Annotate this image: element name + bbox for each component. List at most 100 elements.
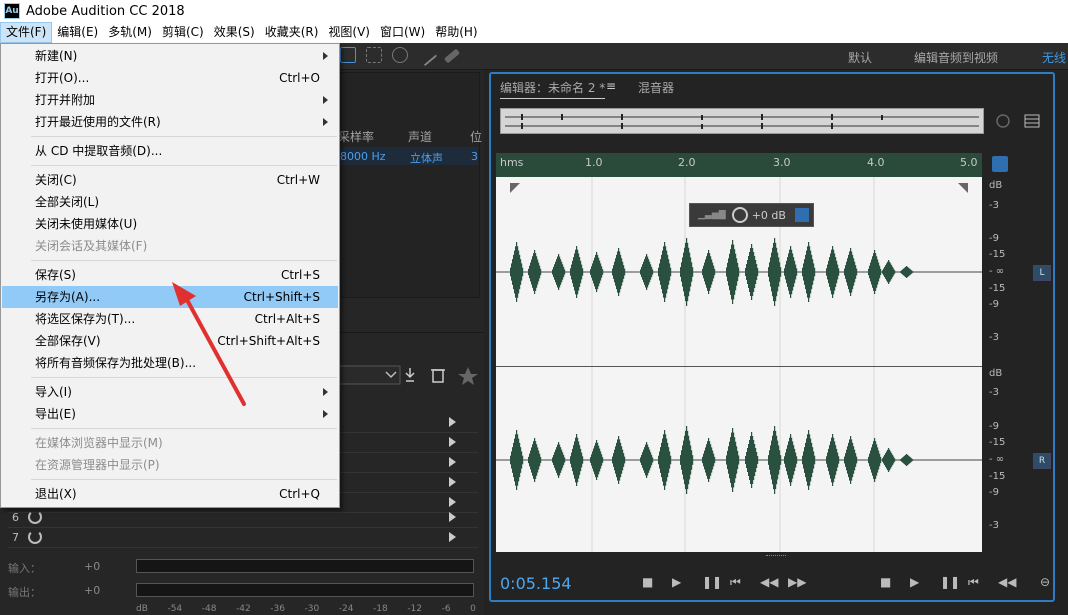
pause-icon[interactable]: ❚❚	[702, 575, 722, 589]
expand-arrow-icon[interactable]	[449, 417, 456, 427]
col-sample-rate[interactable]: 采样率	[338, 128, 374, 145]
menu-item-close[interactable]: 关闭(C) Ctrl+W	[2, 169, 338, 191]
menu-item-new[interactable]: 新建(N)	[2, 45, 338, 67]
expand-arrow-icon[interactable]	[449, 477, 456, 487]
lasso-tool-icon[interactable]	[392, 47, 408, 63]
panel-menu-icon[interactable]	[1024, 114, 1040, 128]
ruler-label: 2.0	[678, 156, 696, 169]
tab-mixer[interactable]: 混音器	[638, 79, 674, 96]
rewind-icon[interactable]: ◀◀	[760, 575, 778, 589]
pin-icon[interactable]	[795, 208, 809, 222]
menu-edit[interactable]: 编辑(E)	[52, 22, 103, 43]
power-icon[interactable]	[28, 530, 42, 544]
audition-logo-icon: Au	[4, 3, 20, 19]
menu-item-exit[interactable]: 退出(X) Ctrl+Q	[2, 483, 338, 505]
menu-item-label: 将选区保存为(T)...	[35, 312, 136, 326]
zoom-out-icon[interactable]: ⊖	[1040, 575, 1050, 589]
scale-label: dB	[136, 604, 148, 614]
play-icon[interactable]: ▶	[672, 575, 681, 589]
menu-item-open-append[interactable]: 打开并附加	[2, 89, 338, 111]
submenu-arrow-icon	[323, 52, 328, 60]
menu-shortcut: Ctrl+W	[276, 173, 320, 187]
menu-view[interactable]: 视图(V)	[323, 22, 375, 43]
go-to-start-icon-2[interactable]: ⏮	[968, 575, 979, 590]
workspace-default[interactable]: 默认	[848, 49, 872, 66]
expand-arrow-icon[interactable]	[449, 437, 456, 447]
stop-icon[interactable]: ■	[642, 575, 653, 589]
file-bit: 3	[471, 150, 478, 163]
expand-arrow-icon[interactable]	[449, 512, 456, 522]
menu-shortcut: Ctrl+S	[280, 268, 320, 282]
scroll-grip-icon[interactable]	[766, 555, 786, 559]
menu-item-batch-save[interactable]: 将所有音频保存为批处理(B)...	[2, 352, 338, 374]
menu-item-export[interactable]: 导出(E)	[2, 403, 338, 425]
expand-arrow-icon[interactable]	[449, 497, 456, 507]
output-meter	[136, 583, 474, 597]
menu-window[interactable]: 窗口(W)	[375, 22, 430, 43]
snap-magnet-icon[interactable]	[992, 156, 1008, 172]
time-selection-tool-icon[interactable]	[340, 47, 356, 63]
menu-item-open[interactable]: 打开(O)... Ctrl+O	[2, 67, 338, 89]
expand-arrow-icon[interactable]	[449, 457, 456, 467]
menu-item-extract-cd[interactable]: 从 CD 中提取音频(D)...	[2, 140, 338, 162]
menu-item-label: 保存(S)	[35, 268, 76, 282]
power-icon[interactable]	[28, 510, 42, 524]
channel-left-button[interactable]: L	[1033, 265, 1051, 281]
effect-slot-7[interactable]: 7	[8, 528, 478, 548]
tab-editor[interactable]: 编辑器：未命名 2 *	[500, 79, 606, 99]
workspace-wireless[interactable]: 无线	[1042, 49, 1066, 66]
scale-label: -36	[270, 604, 285, 614]
stop-icon-2[interactable]: ■	[880, 575, 891, 589]
submenu-arrow-icon	[323, 118, 328, 126]
ruler-label: 1.0	[585, 156, 603, 169]
col-bit[interactable]: 位	[470, 128, 482, 145]
menu-item-close-all[interactable]: 全部关闭(L)	[2, 191, 338, 213]
menu-item-save-as[interactable]: 另存为(A)... Ctrl+Shift+S	[2, 286, 338, 308]
menu-separator	[31, 428, 337, 429]
channel-right-button[interactable]: R	[1033, 453, 1051, 469]
pause-icon-2[interactable]: ❚❚	[940, 575, 960, 589]
menu-item-import[interactable]: 导入(I)	[2, 381, 338, 403]
col-channels[interactable]: 声道	[408, 128, 432, 145]
waveform-display[interactable]	[496, 177, 982, 552]
gain-hud[interactable]: ▁▃▅▇ +0 dB	[689, 203, 814, 227]
menu-multitrack[interactable]: 多轨(M)	[103, 22, 157, 43]
timeline-ruler[interactable]: hms 1.0 2.0 3.0 4.0 5.0	[496, 153, 982, 177]
menu-item-label: 另存为(A)...	[35, 290, 101, 304]
menu-item-label: 导出(E)	[35, 407, 76, 421]
play-icon-2[interactable]: ▶	[910, 575, 919, 589]
expand-arrow-icon[interactable]	[449, 532, 456, 542]
zoom-icon[interactable]	[994, 112, 1014, 132]
db-label: -3	[989, 387, 999, 398]
menu-effects[interactable]: 效果(S)	[209, 22, 260, 43]
overview-bar[interactable]	[500, 108, 984, 134]
menu-item-open-recent[interactable]: 打开最近使用的文件(R)	[2, 111, 338, 133]
rewind-icon-2[interactable]: ◀◀	[998, 575, 1016, 589]
marquee-tool-icon[interactable]	[366, 47, 382, 63]
slot-number: 6	[12, 511, 19, 524]
menu-separator	[31, 260, 337, 261]
slot-number: 7	[12, 531, 19, 544]
gain-knob-icon[interactable]	[731, 207, 748, 223]
menu-file[interactable]: 文件(F)	[0, 22, 53, 43]
menu-separator	[31, 136, 337, 137]
menu-item-label: 在媒体浏览器中显示(M)	[35, 436, 163, 450]
menu-help[interactable]: 帮助(H)	[430, 22, 482, 43]
menu-item-save[interactable]: 保存(S) Ctrl+S	[2, 264, 338, 286]
gain-value: +0 dB	[751, 208, 786, 222]
menu-favorites[interactable]: 收藏夹(R)	[260, 22, 324, 43]
menu-shortcut: Ctrl+Shift+Alt+S	[217, 334, 320, 348]
menu-shortcut: Ctrl+O	[279, 71, 320, 85]
go-to-start-icon[interactable]: ⏮	[730, 575, 741, 590]
fast-forward-icon[interactable]: ▶▶	[788, 575, 806, 589]
menu-clip[interactable]: 剪辑(C)	[157, 22, 209, 43]
level-bars-icon: ▁▃▅▇	[698, 210, 726, 220]
workspace-edit-to-video[interactable]: 编辑音频到视频	[914, 49, 998, 66]
menu-item-close-unused[interactable]: 关闭未使用媒体(U)	[2, 213, 338, 235]
menu-separator	[31, 165, 337, 166]
db-label: - ∞	[989, 266, 1005, 277]
menu-item-save-all[interactable]: 全部保存(V) Ctrl+Shift+Alt+S	[2, 330, 338, 352]
tab-menu-icon[interactable]: ≡	[606, 79, 616, 93]
effect-slot-6[interactable]: 6	[8, 508, 478, 528]
menu-item-save-selection[interactable]: 将选区保存为(T)... Ctrl+Alt+S	[2, 308, 338, 330]
